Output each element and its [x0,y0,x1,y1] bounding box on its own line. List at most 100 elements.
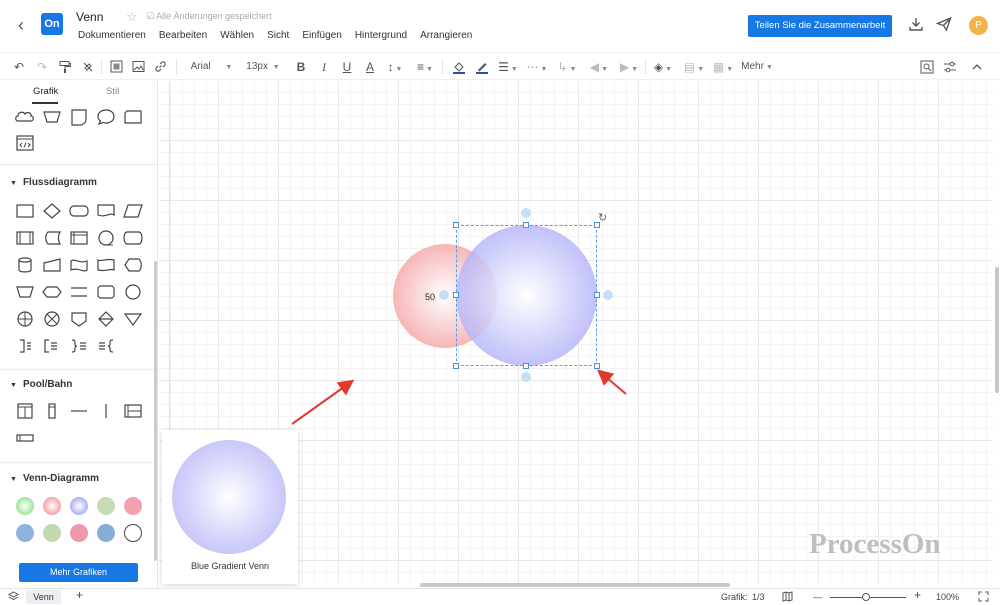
venn-pink-solid-2[interactable] [68,523,90,543]
shape-cloud[interactable] [14,107,36,127]
shape-summing-junction[interactable] [14,309,36,329]
shape-rounded-rect[interactable] [95,282,117,302]
shape-brace-left[interactable] [95,336,117,356]
grid-icon[interactable] [107,57,125,77]
line-height-icon[interactable]: ↕ ▼ [384,57,406,77]
shape-pool-horizontal[interactable] [122,401,144,421]
add-page-button[interactable]: + [76,589,83,602]
font-size-select[interactable]: 13px ▼ [244,57,282,77]
menu-item-bearbeiten[interactable]: Bearbeiten [159,30,207,41]
align-icon[interactable]: ≡ ▼ [414,57,436,77]
menu-item-waehlen[interactable]: Wählen [220,30,254,41]
format-painter-icon[interactable] [56,57,74,77]
section-venn-diagramm[interactable]: ▼ Venn-Diagramm [10,473,99,484]
underline-button[interactable]: U [339,57,355,77]
avatar[interactable]: P [969,16,988,35]
shape-sequential-data[interactable] [95,228,117,248]
menu-item-hintergrund[interactable]: Hintergrund [355,30,407,41]
section-flussdiagramm[interactable]: ▼ Flussdiagramm [10,177,97,188]
venn-pink-solid[interactable] [122,496,144,516]
shape-tag[interactable] [68,107,90,127]
shape-terminator[interactable] [68,201,90,221]
star-icon[interactable]: ☆ [126,9,138,25]
undo-icon[interactable]: ↶ [10,57,28,77]
shape-lane-vertical[interactable] [41,401,63,421]
text-color-button[interactable]: A [362,57,378,77]
shape-data[interactable] [122,201,144,221]
venn-red-gradient[interactable] [41,496,63,516]
image-icon[interactable] [129,57,147,77]
shape-sort[interactable] [95,309,117,329]
venn-green-solid[interactable] [95,496,117,516]
zoom-slider-handle[interactable] [862,593,870,601]
shape-separator-vertical[interactable] [95,401,117,421]
tab-stil[interactable]: Stil [106,86,119,97]
venn-green-gradient[interactable] [14,496,36,516]
shape-card[interactable] [122,107,144,127]
sidebar-scrollbar[interactable] [154,261,157,561]
collapse-icon[interactable] [968,57,986,77]
send-icon[interactable] [935,16,953,34]
menu-item-sicht[interactable]: Sicht [267,30,289,41]
redo-icon[interactable]: ↷ [33,57,51,77]
italic-button[interactable]: I [316,57,332,77]
canvas-horizontal-scrollbar[interactable] [420,583,730,587]
shape-parallel[interactable] [68,282,90,302]
more-button[interactable]: Mehr ▼ [740,57,774,77]
shape-pool-vertical[interactable] [14,401,36,421]
shape-card-punch[interactable] [95,255,117,275]
venn-outline[interactable] [122,523,144,543]
menu-item-dokumentieren[interactable]: Dokumentieren [78,30,146,41]
shape-process[interactable] [14,201,36,221]
line-color-icon[interactable] [473,57,491,77]
shape-merge[interactable] [122,309,144,329]
shape-separator-horizontal[interactable] [68,401,90,421]
shape-brace-right[interactable] [68,336,90,356]
venn-green-solid-2[interactable] [41,523,63,543]
shape-predefined-process[interactable] [14,228,36,248]
menu-item-einfuegen[interactable]: Einfügen [302,30,341,41]
shape-paper-tape[interactable] [68,255,90,275]
download-icon[interactable] [907,16,925,34]
zoom-in-button[interactable]: + [914,589,921,602]
venn-blue-gradient[interactable] [68,496,90,516]
shape-database[interactable] [14,255,36,275]
canvas-vertical-scrollbar[interactable] [995,267,999,393]
shape-code-block[interactable] [14,133,36,153]
line-style-icon[interactable]: ⋯ ▼ [526,57,548,77]
share-button[interactable]: Teilen Sie die Zusammenarbeit [748,15,892,37]
link-icon[interactable] [151,57,169,77]
menu-item-arrangieren[interactable]: Arrangieren [420,30,472,41]
shape-or[interactable] [41,309,63,329]
search-icon[interactable] [918,57,936,77]
back-icon[interactable]: ‹ [12,14,30,36]
clear-format-icon[interactable] [79,57,97,77]
venn-blue-solid[interactable] [14,523,36,543]
tab-grafik[interactable]: Grafik [33,86,58,97]
zoom-out-button[interactable]: — [813,591,822,604]
shape-manual-input[interactable] [41,255,63,275]
layers-icon[interactable] [7,591,20,605]
shape-annotation-right[interactable] [14,336,36,356]
shape-display[interactable] [122,255,144,275]
shape-trapezoid[interactable] [41,107,63,127]
more-graphics-button[interactable]: Mehr Grafiken [19,563,138,582]
shape-internal-storage[interactable] [68,228,90,248]
fill-color-icon[interactable] [450,57,468,77]
shape-connector[interactable] [122,282,144,302]
shape-decision[interactable] [41,201,63,221]
connector-icon[interactable]: ↳ ▼ [556,57,578,77]
line-width-icon[interactable]: ☰ ▼ [497,57,519,77]
document-title[interactable]: Venn [76,10,103,24]
shape-annotation-left[interactable] [41,336,63,356]
bold-button[interactable]: B [293,57,309,77]
shape-callout[interactable] [95,107,117,127]
layer-icon[interactable]: ◈ ▼ [652,57,674,77]
venn-blue-solid-2[interactable] [95,523,117,543]
arrange-icon[interactable]: ▤ ▼ [683,57,705,77]
font-family-select[interactable]: Arial ▼ [184,57,239,77]
shape-direct-data[interactable] [122,228,144,248]
arrow-end-icon[interactable]: ▶ ▼ [618,57,640,77]
shape-stored-data[interactable] [41,228,63,248]
section-pool-bahn[interactable]: ▼ Pool/Bahn [10,379,72,390]
